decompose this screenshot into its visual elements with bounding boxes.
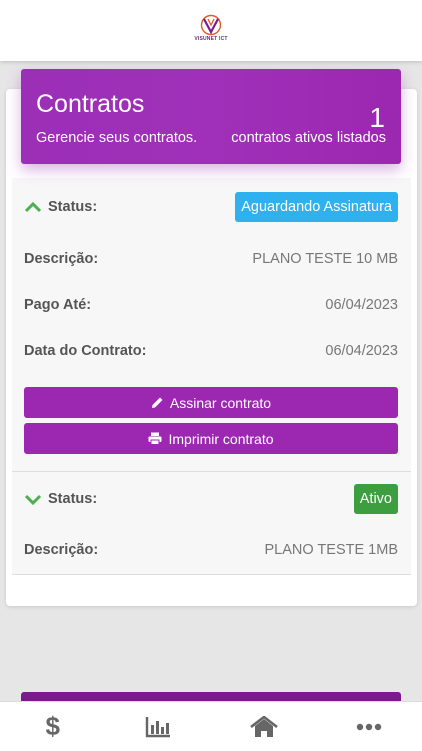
field-value: PLANO TESTE 10 MB — [252, 251, 398, 267]
bar-chart-icon — [145, 716, 171, 738]
page-subtitle: Gerencie seus contratos. — [36, 130, 197, 146]
status-label: Status: — [48, 199, 97, 215]
contracts-header: Contratos Gerencie seus contratos. 1 con… — [21, 69, 401, 164]
tab-usage[interactable] — [106, 702, 212, 751]
sign-contract-button[interactable]: Assinar contrato — [24, 387, 398, 418]
field-value: PLANO TESTE 1MB — [265, 542, 399, 558]
status-label: Status: — [48, 491, 97, 507]
printer-icon — [148, 432, 162, 445]
dollar-icon: $ — [46, 711, 60, 742]
logo-text: VISUNET ICT — [193, 36, 229, 42]
print-contract-label: Imprimir contrato — [168, 431, 273, 447]
top-bar: VISUNET ICT — [0, 0, 422, 61]
sign-contract-label: Assinar contrato — [170, 395, 271, 411]
more-icon — [356, 723, 382, 731]
print-contract-button[interactable]: Imprimir contrato — [24, 423, 398, 454]
chevron-up-icon — [24, 201, 42, 213]
page-title: Contratos — [36, 90, 144, 119]
home-icon — [250, 716, 278, 738]
field-row: Data do Contrato: 06/04/2023 — [24, 336, 398, 366]
contract-item: Status: Ativo Descrição: PLANO TESTE 1MB — [12, 472, 411, 575]
field-label: Data do Contrato: — [24, 343, 146, 359]
field-value: 06/04/2023 — [325, 297, 398, 313]
field-label: Pago Até: — [24, 297, 91, 313]
status-row[interactable]: Status: Ativo — [24, 484, 398, 514]
brand-logo: VISUNET ICT — [193, 14, 229, 48]
chevron-down-icon — [24, 493, 42, 505]
tab-home[interactable] — [211, 702, 317, 751]
status-badge: Ativo — [354, 484, 398, 514]
tab-finance[interactable]: $ — [0, 702, 106, 751]
status-badge: Aguardando Assinatura — [235, 192, 398, 222]
field-label: Descrição: — [24, 251, 98, 267]
field-row: Descrição: PLANO TESTE 1MB — [24, 535, 398, 565]
bottom-tab-bar: $ — [0, 701, 422, 751]
status-row[interactable]: Status: Aguardando Assinatura — [24, 192, 398, 222]
pencil-icon — [151, 396, 164, 409]
active-contracts-label: contratos ativos listados — [231, 130, 386, 146]
contract-item: Status: Aguardando Assinatura Descrição:… — [12, 178, 411, 472]
tab-more[interactable] — [317, 702, 422, 751]
field-value: 06/04/2023 — [325, 343, 398, 359]
field-row: Descrição: PLANO TESTE 10 MB — [24, 244, 398, 274]
logo-emblem-icon — [199, 14, 223, 36]
field-row: Pago Até: 06/04/2023 — [24, 290, 398, 320]
field-label: Descrição: — [24, 542, 98, 558]
